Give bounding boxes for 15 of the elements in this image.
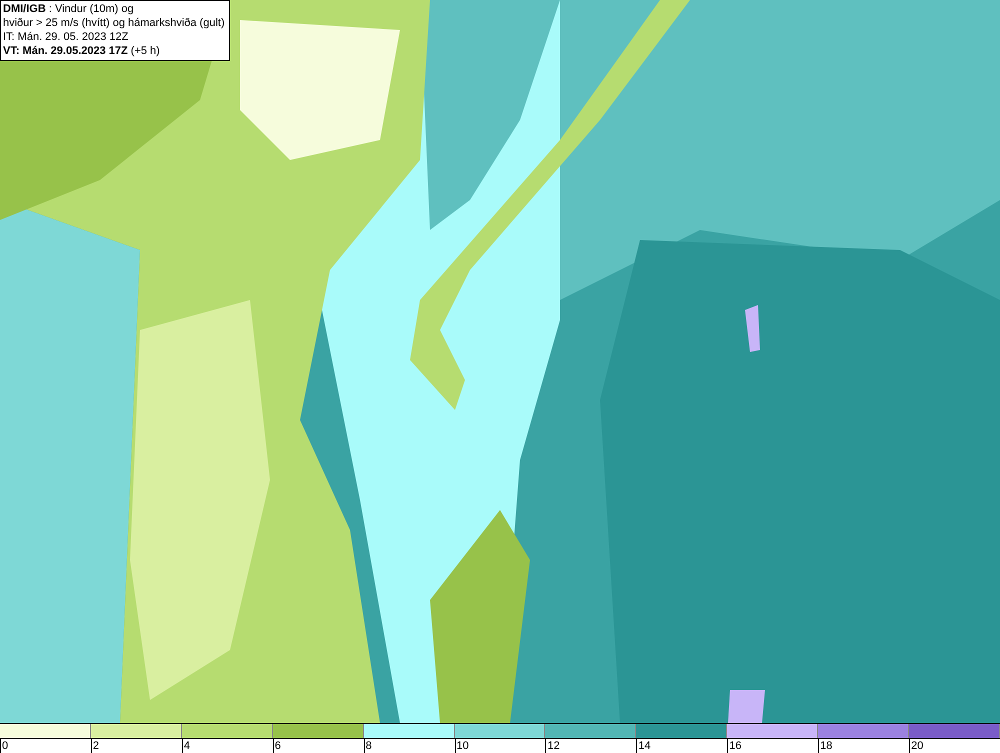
info-text: VT: Mán. 29.05.2023 17Z (+5 h): [3, 44, 161, 58]
legend-label: 8: [366, 740, 372, 752]
legend-label: 0: [2, 740, 8, 752]
legend-label: 20: [911, 740, 924, 752]
info-text: DMI/IGB : Vindur (10m) og: [3, 2, 135, 16]
legend-label: 6: [274, 740, 281, 752]
legend-label: 16: [729, 740, 742, 752]
info-text: hviður > 25 m/s (hvítt) og hámarkshviða (gult): [3, 16, 225, 30]
legend-label: 4: [184, 740, 190, 752]
legend-label: 18: [820, 740, 832, 752]
info-text: IT: Mán. 29. 05. 2023 12Z: [3, 30, 130, 44]
legend-label: 10: [456, 740, 469, 752]
legend-label: 2: [92, 740, 100, 752]
legend-label: 14: [638, 740, 651, 752]
legend-label: 12: [547, 740, 560, 752]
